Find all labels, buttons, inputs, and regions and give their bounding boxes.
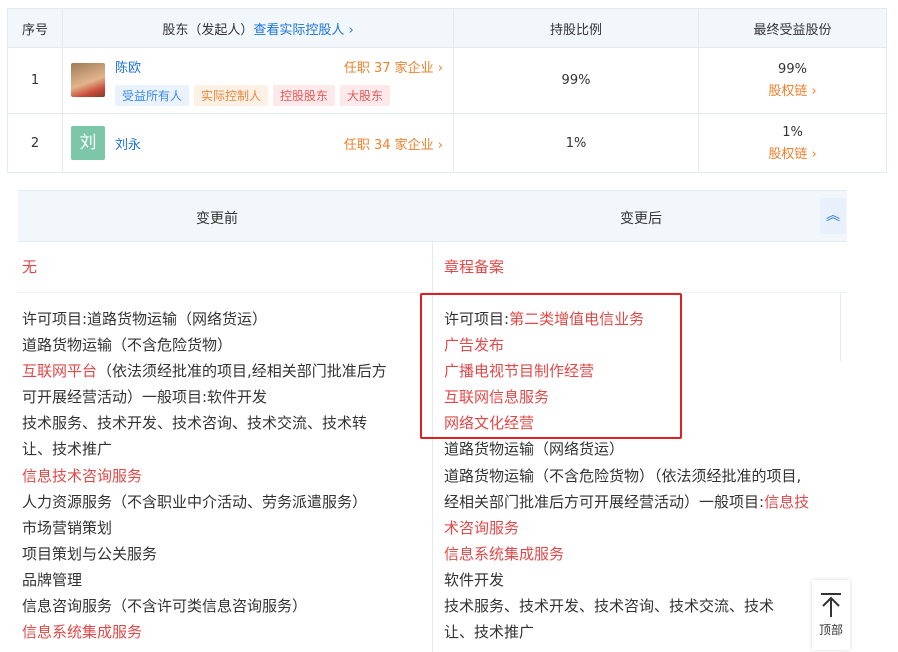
scope-text: 许可项目:道路货物运输（网络货运） xyxy=(22,310,268,328)
tag-beneficial-owner: 受益所有人 xyxy=(115,85,190,106)
holder-name[interactable]: 刘永 xyxy=(115,134,141,153)
chevron-right-icon: › xyxy=(807,84,817,99)
scope-line: 软件开发 xyxy=(444,567,809,593)
shareholder-table: 序号 股东（发起人）查看实际控股人 › 持股比例 最终受益股份 1 陈欧 任职 … xyxy=(7,8,887,173)
positions-link[interactable]: 任职 37 家企业 › xyxy=(344,57,443,76)
scope-line: 信息咨询服务（不含许可类信息咨询服务） xyxy=(22,593,387,619)
scope-text: （依法须经批准的项目,经相关部门批准后方 xyxy=(97,362,387,381)
positions-label: 任职 37 家企业 xyxy=(343,61,434,76)
scope-line: 道路货物运输（网络货运） xyxy=(444,436,809,462)
changed-text: 信息技术咨询服务 xyxy=(22,466,143,485)
equity-chain-link[interactable]: 股权链 › xyxy=(699,143,886,162)
equity-chain-label: 股权链 xyxy=(768,84,808,99)
before-scope-text: 许可项目:道路货物运输（网络货运） 道路货物运输（不含危险货物） 互联网平台（依法须… xyxy=(22,306,387,645)
scope-line: 可开展经营活动）一般项目:软件开发 xyxy=(22,384,387,410)
ratio-cell: 1% xyxy=(453,113,699,173)
scope-line: 让、技术推广 xyxy=(22,436,387,462)
collapse-icon[interactable]: ︽ xyxy=(820,198,846,234)
scope-line: 信息技术咨询服务 xyxy=(22,463,387,489)
after-row1: 章程备案 xyxy=(444,258,505,276)
scope-line: 项目策划与公关服务 xyxy=(22,541,387,567)
header-index: 序号 xyxy=(7,8,63,48)
scope-line: 品牌管理 xyxy=(22,567,387,593)
equity-chain-label: 股权链 xyxy=(768,146,808,162)
changed-text: 信息系统集成服务 xyxy=(22,623,143,642)
changed-text: 信息技 xyxy=(764,492,810,511)
scope-text: 软件开发 xyxy=(444,570,505,589)
arrow-up-icon xyxy=(821,593,841,617)
tag-list: 受益所有人 实际控制人 控股股东 大股东 xyxy=(115,85,391,106)
chevron-right-icon: › xyxy=(433,138,443,153)
scope-line: 术咨询服务 xyxy=(444,515,809,541)
tag-controlling-shareholder: 控股股东 xyxy=(273,85,336,106)
scope-line: 信息系统集成服务 xyxy=(444,541,809,567)
scope-text: 人力资源服务（不含职业中介活动、劳务派遣服务） xyxy=(22,492,368,511)
benefit-cell: 99% 股权链 › xyxy=(698,47,887,114)
scope-line: 许可项目:道路货物运输（网络货运） xyxy=(22,306,387,332)
benefit-value: 1% xyxy=(782,124,803,140)
tag-major-shareholder: 大股东 xyxy=(340,85,391,106)
header-benefit: 最终受益股份 xyxy=(698,8,887,48)
chevron-right-icon: › xyxy=(807,146,817,162)
table-row: 2 刘 刘永 任职 34 家企业 › 1% 1% 股权链 › xyxy=(7,113,887,173)
scope-text: 道路货物运输（不含危险货物） xyxy=(22,336,233,355)
scope-text: 道路货物运输（不含危险货物）（依法须经批准的项目, xyxy=(444,466,802,485)
scope-text: 经相关部门批准后方可开展经营活动）一般项目: xyxy=(444,492,765,511)
positions-label: 任职 34 家企业 xyxy=(343,138,434,153)
header-ratio: 持股比例 xyxy=(453,8,699,48)
changed-text: 术咨询服务 xyxy=(444,518,520,537)
table-row: 1 陈欧 任职 37 家企业 › 受益所有人 实际控制人 控股股东 大股东 99… xyxy=(7,47,887,114)
scope-line: 人力资源服务（不含职业中介活动、劳务派遣服务） xyxy=(22,489,387,515)
equity-chain-link[interactable]: 股权链 › xyxy=(699,80,886,99)
holder-cell: 刘 刘永 任职 34 家企业 › xyxy=(62,113,454,173)
avatar[interactable] xyxy=(71,63,105,97)
change-table-header: 变更前 变更后 xyxy=(18,190,847,242)
row-index: 2 xyxy=(7,113,63,173)
chevron-right-icon: › xyxy=(433,61,443,76)
scope-text: 可开展经营活动）一般项目:软件开发 xyxy=(22,388,268,407)
tag-actual-controller: 实际控制人 xyxy=(194,85,269,106)
highlight-box xyxy=(420,293,682,439)
back-to-top-button[interactable]: 顶部 xyxy=(812,580,850,650)
benefit-cell: 1% 股权链 › xyxy=(698,113,887,173)
scope-text: 让、技术推广 xyxy=(444,623,535,642)
scope-line: 信息系统集成服务 xyxy=(22,619,387,645)
scope-line: 互联网平台（依法须经批准的项目,经相关部门批准后方 xyxy=(22,358,387,384)
chevron-right-icon: › xyxy=(344,22,354,38)
scope-line: 道路货物运输（不含危险货物） xyxy=(22,332,387,358)
scope-text: 技术服务、技术开发、技术咨询、技术交流、技术 xyxy=(444,597,775,616)
header-holder-label: 股东（发起人） xyxy=(162,22,254,38)
before-row1: 无 xyxy=(22,258,38,276)
scope-text: 让、技术推广 xyxy=(22,440,113,459)
scope-line: 道路货物运输（不含危险货物）（依法须经批准的项目, xyxy=(444,463,809,489)
row-index: 1 xyxy=(7,47,63,114)
scope-line: 市场营销策划 xyxy=(22,515,387,541)
scope-line: 让、技术推广 xyxy=(444,619,809,645)
header-before: 变更前 xyxy=(196,211,238,227)
scope-text: 品牌管理 xyxy=(22,570,83,589)
avatar[interactable]: 刘 xyxy=(71,126,105,160)
holder-cell: 陈欧 任职 37 家企业 › 受益所有人 实际控制人 控股股东 大股东 xyxy=(62,47,454,114)
scope-text: 技术服务、技术开发、技术咨询、技术交流、技术转 xyxy=(22,414,368,433)
right-border xyxy=(840,293,841,361)
holder-name[interactable]: 陈欧 xyxy=(115,57,141,76)
scope-text: 项目策划与公关服务 xyxy=(22,544,158,563)
header-holder: 股东（发起人）查看实际控股人 › xyxy=(62,8,454,48)
changed-text: 信息系统集成服务 xyxy=(444,544,565,563)
benefit-value: 99% xyxy=(778,62,807,77)
scope-line: 经相关部门批准后方可开展经营活动）一般项目:信息技 xyxy=(444,489,809,515)
scope-line: 技术服务、技术开发、技术咨询、技术交流、技术转 xyxy=(22,410,387,436)
scope-text: 信息咨询服务（不含许可类信息咨询服务） xyxy=(22,597,308,616)
scope-line: 技术服务、技术开发、技术咨询、技术交流、技术 xyxy=(444,593,809,619)
scope-text: 市场营销策划 xyxy=(22,518,113,537)
scope-text: 道路货物运输（网络货运） xyxy=(444,440,625,459)
back-to-top-label: 顶部 xyxy=(818,623,843,637)
header-after: 变更后 xyxy=(620,211,662,227)
ratio-cell: 99% xyxy=(453,47,699,114)
positions-link[interactable]: 任职 34 家企业 › xyxy=(344,134,443,153)
changed-text: 互联网平台 xyxy=(22,362,98,381)
view-actual-controller-link[interactable]: 查看实际控股人 xyxy=(253,23,344,38)
